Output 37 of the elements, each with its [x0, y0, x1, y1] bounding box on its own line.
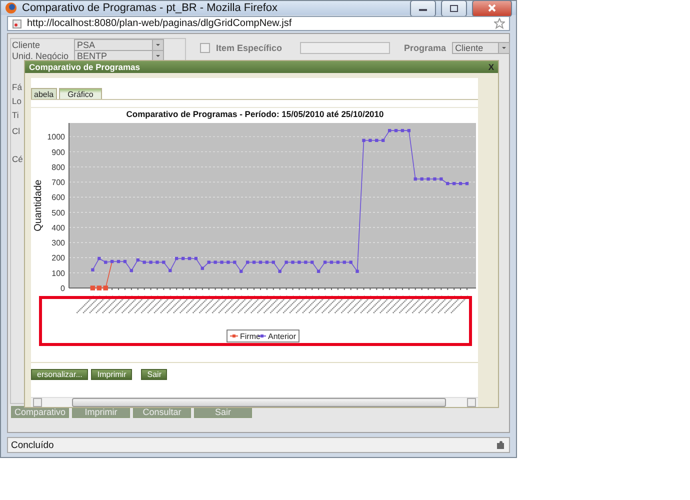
y-tick-label: 300 [52, 238, 65, 248]
field-label: Fá [12, 82, 22, 92]
status-text: Concluído [11, 440, 54, 450]
y-tick-label: 900 [52, 148, 65, 157]
y-tick-label: 100 [52, 268, 65, 278]
chart-title: Comparativo de Programas - Período: 15/05/2010 até 25/10/2010 [126, 109, 384, 119]
field-label: Cé [12, 154, 23, 164]
tab[interactable]: Gráfico [58, 88, 102, 99]
dialog-button[interactable]: ersonalizar... [31, 369, 88, 380]
checkbox-label: Item Específico [216, 43, 282, 53]
dialog-title: Comparativo de Programas [29, 62, 140, 72]
field-label: Programa [404, 43, 446, 53]
legend-label: Anterior [268, 332, 296, 341]
field-label: Cl [12, 126, 20, 136]
y-tick-label: 200 [52, 254, 65, 263]
address-bar[interactable]: http://localhost:8080/plan-web/paginas/dlgGridCompNew.jsf [7, 16, 510, 31]
window-title: Comparativo de Programas - pt_BR - Mozilla Firefox [22, 2, 279, 14]
field-label: Unid. Negócio [12, 51, 70, 61]
y-axis-title: Quantidade [33, 180, 44, 232]
dialog-button[interactable]: Sair [141, 369, 168, 380]
y-tick-label: 400 [52, 223, 65, 232]
tab[interactable]: abela [31, 88, 57, 99]
y-tick-label: 0 [60, 284, 65, 293]
field-label: Cliente [12, 40, 42, 50]
y-tick-label: 700 [52, 178, 65, 188]
y-tick-label: 1000 [47, 132, 65, 142]
field-label: Lo [12, 96, 22, 106]
y-tick-label: 600 [52, 193, 65, 202]
select-field[interactable]: PSA [74, 39, 164, 51]
close-button[interactable]: X [488, 62, 494, 72]
y-tick-label: 800 [52, 162, 65, 172]
select-field[interactable]: Cliente [452, 42, 510, 54]
field-label: Ti [12, 110, 19, 120]
url-text: http://localhost:8080/plan-web/paginas/dlgGridCompNew.jsf [27, 18, 293, 29]
y-tick-label: 500 [52, 208, 65, 218]
legend-label: Firme [240, 332, 260, 341]
dialog-button[interactable]: Imprimir [91, 369, 132, 380]
